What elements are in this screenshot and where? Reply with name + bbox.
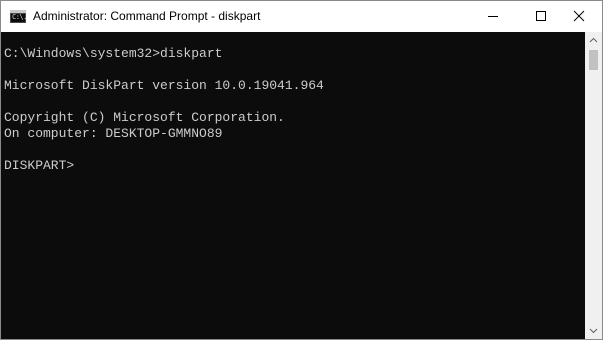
console-line-copyright: Copyright (C) Microsoft Corporation. <box>4 110 285 125</box>
console-area[interactable]: C:\Windows\system32>diskpart Microsoft Di… <box>1 32 585 339</box>
console-output: C:\Windows\system32>diskpart Microsoft Di… <box>4 46 324 174</box>
minimize-icon <box>488 16 498 17</box>
console-line-blank <box>4 142 324 158</box>
cmd-icon[interactable]: C:\. <box>10 10 27 23</box>
scroll-down-button[interactable] <box>585 322 602 339</box>
chevron-up-icon <box>589 37 598 43</box>
minimize-button[interactable] <box>470 1 516 32</box>
console-line-blank <box>4 62 324 78</box>
console-line-command: C:\Windows\system32>diskpart <box>4 46 223 61</box>
console-line-version: Microsoft DiskPart version 10.0.19041.96… <box>4 78 324 93</box>
close-button[interactable] <box>556 1 602 32</box>
title-bar[interactable]: C:\. Administrator: Command Prompt - dis… <box>1 1 602 32</box>
window-title: Administrator: Command Prompt - diskpart <box>33 9 261 23</box>
cmd-icon-glyph: C:\. <box>12 13 27 21</box>
console-prompt[interactable]: DISKPART> <box>4 158 324 174</box>
vertical-scrollbar[interactable] <box>585 32 602 339</box>
chevron-down-icon <box>589 328 598 334</box>
scrollbar-thumb[interactable] <box>589 50 598 70</box>
console-line-blank <box>4 94 324 110</box>
scroll-up-button[interactable] <box>585 32 602 49</box>
console-line-computer: On computer: DESKTOP-GMMNO89 <box>4 126 223 141</box>
close-icon <box>573 10 585 22</box>
command-prompt-window: C:\. Administrator: Command Prompt - dis… <box>0 0 603 340</box>
